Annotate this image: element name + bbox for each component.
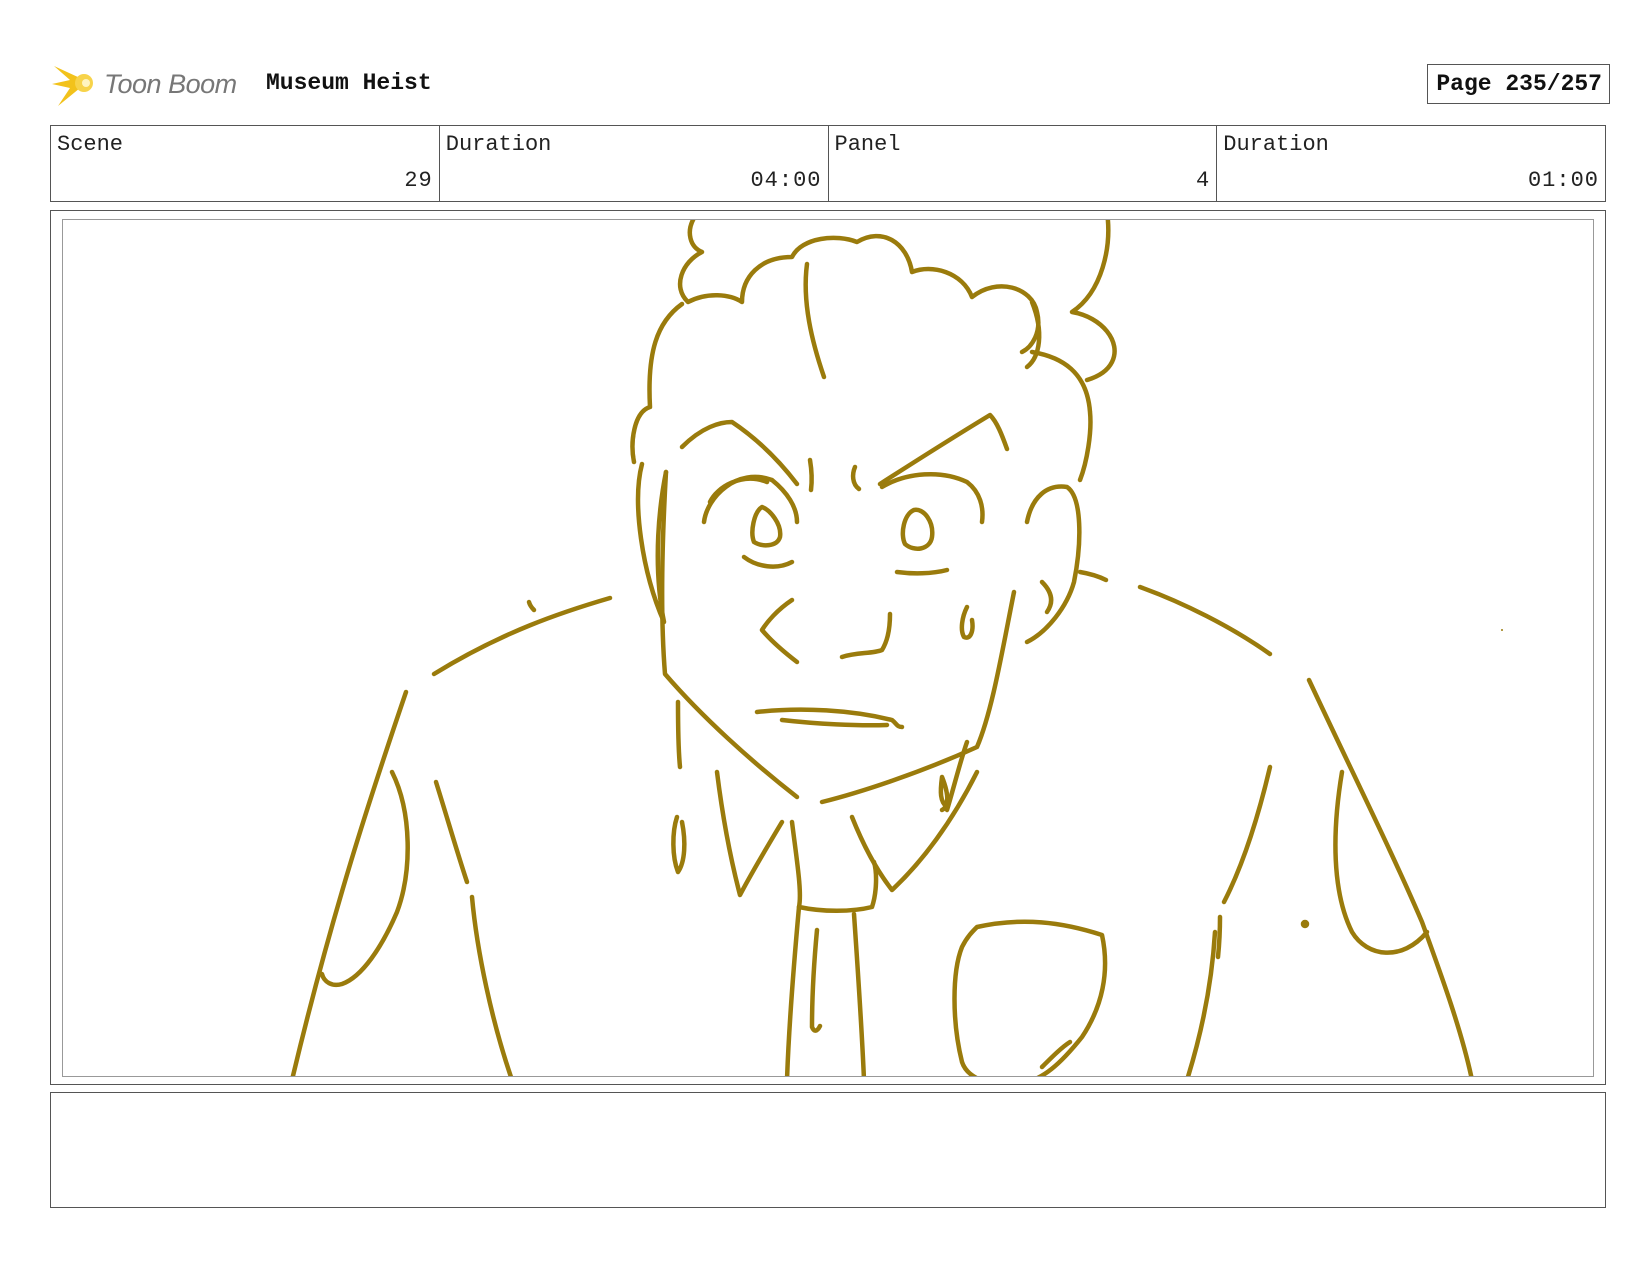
left-torso-lower (469, 894, 514, 1076)
brow-furrow (850, 464, 862, 492)
panel-image-frame (62, 219, 1594, 1077)
sweat-drop-cheek (959, 604, 975, 640)
starburst-icon (52, 66, 93, 106)
right-torso-line (1221, 764, 1273, 905)
left-eye-top (707, 476, 770, 505)
tie-left (784, 904, 802, 1076)
right-arm-inner (1333, 769, 1430, 955)
neck-left (675, 699, 683, 770)
scene-label: Scene (57, 132, 124, 157)
left-shoulder-tick (526, 599, 537, 613)
page-header: Toon Boom Museum Heist Page 235/257 (50, 58, 1610, 110)
tie-right (851, 911, 867, 1076)
mouth-lower (779, 717, 890, 728)
scene-duration-cell: Duration 04:00 (440, 126, 829, 201)
logo-text: Toon Boom (104, 68, 237, 99)
tie-knot (789, 819, 879, 913)
right-eye-bottom (894, 567, 950, 576)
character-sketch (290, 220, 1503, 1076)
right-arm-outer (1306, 677, 1474, 1076)
left-torso-line (433, 779, 470, 885)
pen-dot (1300, 919, 1310, 929)
right-eye-socket (879, 472, 985, 525)
left-eye-bottom (741, 554, 795, 569)
left-brow-tick (807, 457, 814, 493)
tie-crease (809, 927, 823, 1033)
sweat-drop-neck (938, 774, 950, 813)
chest-pocket (952, 919, 1108, 1076)
scene-cell: Scene 29 (51, 126, 440, 201)
stray-dot (1501, 629, 1503, 631)
right-torso-tick (1215, 914, 1223, 960)
head-right-side (1029, 349, 1093, 483)
collar-left (714, 769, 785, 898)
right-collar-tick (1077, 569, 1109, 583)
left-eye-socket (701, 474, 800, 525)
nose (759, 597, 800, 665)
page-number: Page 235/257 (1427, 64, 1610, 104)
panel-notes-box (50, 1092, 1606, 1208)
right-shoulder (1137, 584, 1273, 657)
ear (1024, 484, 1082, 645)
hair-lock-right (1024, 299, 1042, 370)
right-pupil (900, 507, 935, 551)
scene-duration-label: Duration (445, 132, 552, 157)
storyboard-panel (50, 210, 1606, 1085)
sweat-drop-left (671, 814, 687, 875)
panel-duration-label: Duration (1223, 132, 1329, 157)
panel-info-table: Scene 29 Duration 04:00 Panel 4 Duration… (50, 125, 1606, 202)
left-pupil (750, 504, 783, 548)
panel-value: 4 (1196, 168, 1211, 193)
scene-value: 29 (404, 168, 433, 193)
scene-duration-value: 04:00 (750, 168, 822, 193)
left-arm-inner (319, 769, 410, 988)
nostril (839, 611, 893, 660)
head-left-side (630, 301, 685, 465)
hair-lock-left (803, 261, 827, 380)
project-title: Museum Heist (266, 70, 432, 96)
right-torso-lower (1185, 929, 1218, 1076)
panel-duration-cell: Duration 01:00 (1217, 126, 1605, 201)
panel-label: Panel (834, 132, 901, 157)
left-arm-outer (290, 689, 409, 1076)
face-chin (819, 589, 1017, 805)
toon-boom-logo: Toon Boom (50, 58, 237, 110)
left-shoulder (431, 595, 613, 677)
panel-duration-value: 01:00 (1527, 168, 1599, 193)
left-eyebrow (679, 419, 800, 487)
panel-cell: Panel 4 (829, 126, 1218, 201)
